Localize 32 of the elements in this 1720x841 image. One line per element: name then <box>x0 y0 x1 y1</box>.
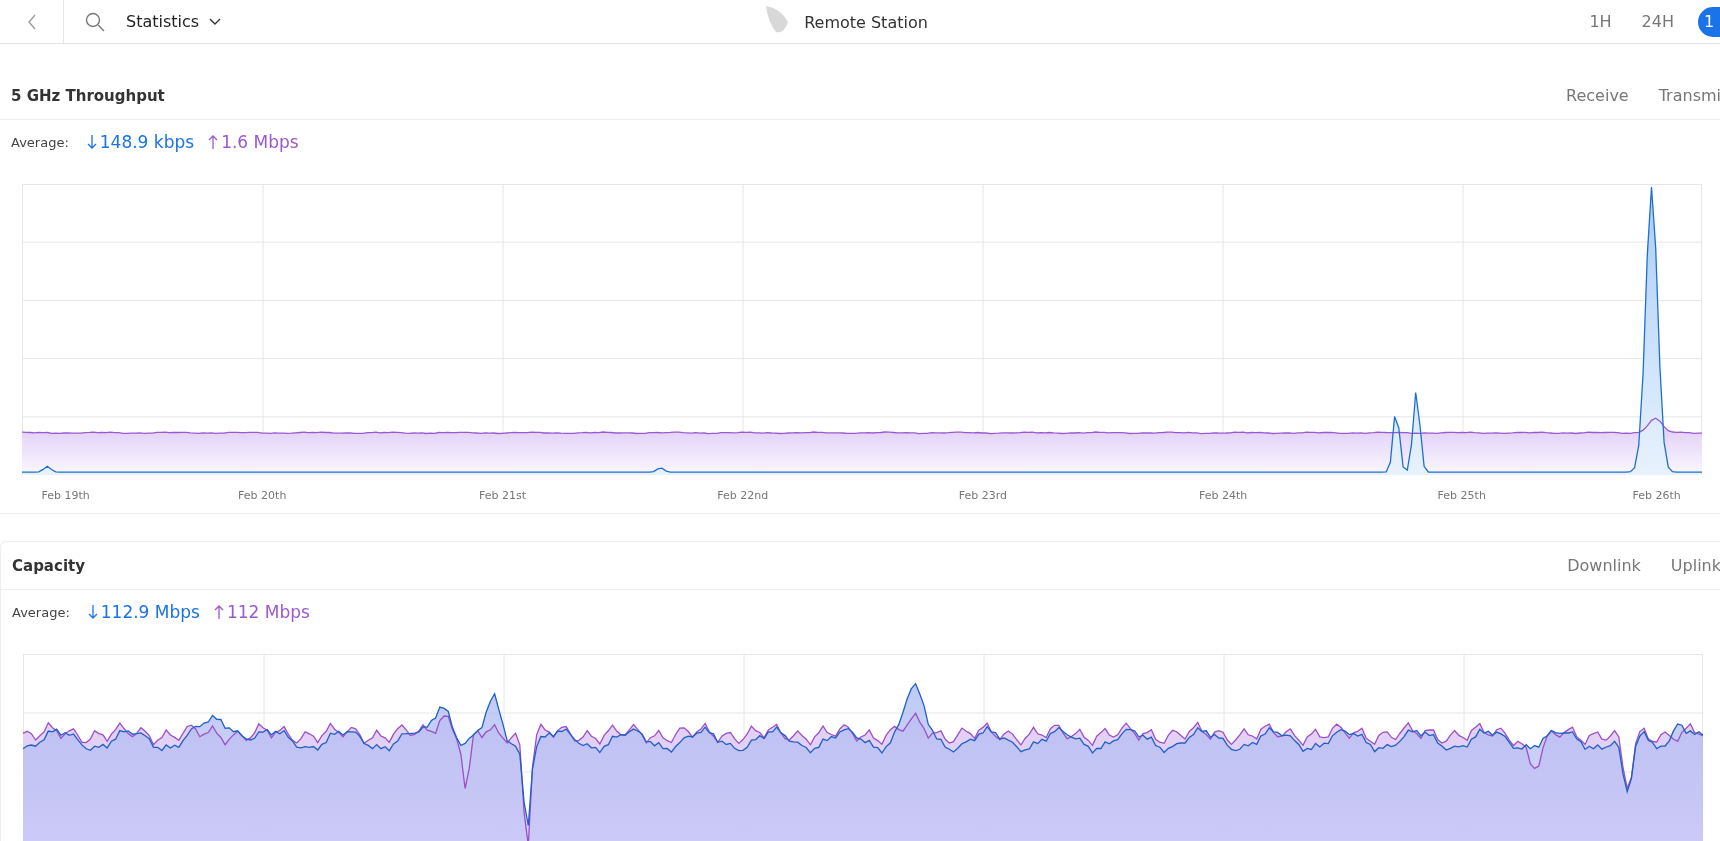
legend-toggle[interactable]: Uplink <box>1670 556 1720 575</box>
average-label: Average: <box>11 134 69 150</box>
statistics-dropdown[interactable]: Statistics <box>126 12 222 31</box>
axis-label: Feb 20th <box>238 489 287 502</box>
panel-title: Capacity <box>12 556 85 575</box>
axis-label: Feb 26th <box>1632 489 1681 502</box>
axis-label: Feb 23rd <box>958 489 1008 502</box>
axis-label: Feb 25th <box>1437 489 1486 502</box>
legend-toggle[interactable]: Transmi <box>1658 86 1720 105</box>
average-label: Average: <box>12 604 70 620</box>
axis-label: Feb 21st <box>478 489 526 502</box>
axis-label: Feb 24th <box>1199 489 1248 502</box>
arrow-up-icon <box>208 134 219 150</box>
legend-toggle[interactable]: Receive <box>1566 86 1629 105</box>
upload-average: 1.6 Mbps <box>221 132 299 152</box>
download-average: 148.9 kbps <box>99 132 195 152</box>
upload-average: 112 Mbps <box>226 602 310 622</box>
download-average: 112.9 Mbps <box>100 602 200 622</box>
arrow-up-icon <box>213 604 224 620</box>
arrow-down-icon <box>86 134 97 150</box>
chevron-left-icon <box>26 13 37 30</box>
range-tab[interactable]: 1 <box>1698 6 1720 37</box>
arrow-down-icon <box>87 604 98 620</box>
range-tab[interactable]: 1H <box>1583 8 1618 35</box>
range-tab[interactable]: 24H <box>1635 8 1680 35</box>
panel-title: 5 GHz Throughput <box>11 86 165 105</box>
device-name: Remote Station <box>804 12 928 32</box>
search-icon[interactable] <box>84 10 106 33</box>
axis-label: Feb 22nd <box>717 489 769 502</box>
caret-icon <box>209 17 222 26</box>
axis-label: Feb 19th <box>41 489 90 502</box>
legend-toggle[interactable]: Downlink <box>1567 556 1641 575</box>
